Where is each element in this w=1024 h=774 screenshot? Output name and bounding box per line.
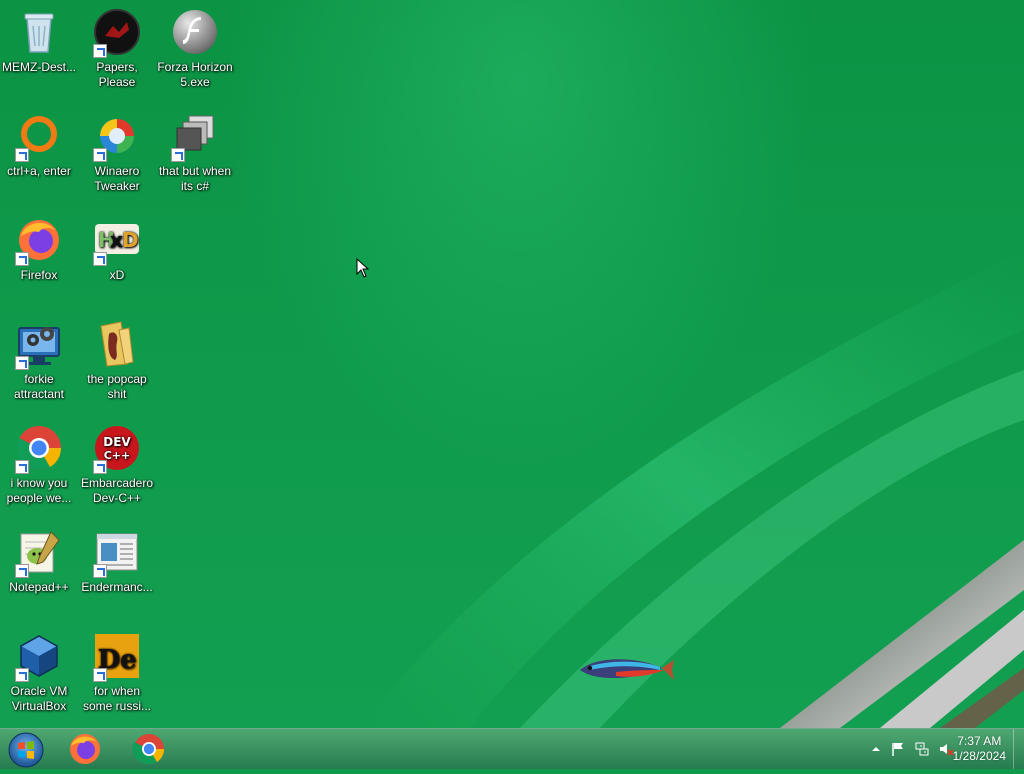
desktop-icon-memz[interactable]: MEMZ-Dest... bbox=[1, 2, 77, 75]
document-window-icon bbox=[93, 528, 141, 578]
desktop-icon-label: ctrl+a, enter bbox=[7, 164, 71, 178]
shortcut-arrow-icon bbox=[93, 460, 107, 474]
start-button[interactable] bbox=[6, 731, 46, 769]
desktop-icon-virtualbox[interactable]: Oracle VM VirtualBox bbox=[1, 626, 77, 714]
desktop-icon-notepadpp[interactable]: Notepad++ bbox=[1, 522, 77, 595]
shortcut-arrow-icon bbox=[171, 148, 185, 162]
shortcut-arrow-icon bbox=[93, 44, 107, 58]
folder-icon bbox=[93, 320, 141, 368]
shortcut-arrow-icon bbox=[15, 564, 29, 578]
hxd-icon: HxD bbox=[93, 216, 141, 266]
desktop-icon-devcpp[interactable]: DEV C++ Embarcadero Dev-C++ bbox=[79, 418, 155, 506]
network-icon[interactable] bbox=[914, 741, 930, 757]
neon-tetra-fish bbox=[576, 648, 676, 690]
desktop-icon-label: Winaero Tweaker bbox=[94, 164, 140, 193]
svg-text:D: D bbox=[122, 228, 139, 252]
desktop-icon-winaero[interactable]: Winaero Tweaker bbox=[79, 106, 155, 194]
shortcut-arrow-icon bbox=[93, 252, 107, 266]
de-icon: De bbox=[93, 632, 141, 682]
desktop-icon-label: Notepad++ bbox=[9, 580, 69, 594]
desktop-icon-papers-please[interactable]: Papers, Please bbox=[79, 2, 155, 90]
shortcut-arrow-icon bbox=[15, 148, 29, 162]
papers-please-icon bbox=[93, 8, 141, 58]
recycle-bin-icon bbox=[15, 8, 63, 56]
shortcut-arrow-icon bbox=[93, 564, 107, 578]
desktop-icon-label: i know you people we... bbox=[6, 476, 72, 505]
show-desktop-button[interactable] bbox=[1013, 729, 1024, 769]
desktop-icon-i-know[interactable]: i know you people we... bbox=[1, 418, 77, 506]
chrome-icon bbox=[132, 734, 165, 765]
desktop-icon-popcap[interactable]: the popcap shit bbox=[79, 314, 155, 402]
desktop-icon-csharp[interactable]: that but when its c# bbox=[157, 106, 233, 194]
shortcut-arrow-icon bbox=[15, 356, 29, 370]
taskbar-clock[interactable]: 7:37 AM 1/28/2024 bbox=[953, 734, 1006, 764]
desktop-icon-label: Firefox bbox=[20, 268, 58, 282]
svg-text:DEV: DEV bbox=[103, 435, 131, 449]
shortcut-arrow-icon bbox=[15, 460, 29, 474]
desktop-icon-for-when[interactable]: De for when some russi... bbox=[79, 626, 155, 714]
desktop-icon-label: Embarcadero Dev-C++ bbox=[80, 476, 154, 505]
notepadpp-icon bbox=[15, 528, 63, 578]
devcpp-icon: DEV C++ bbox=[93, 424, 141, 474]
desktop-icon-forza[interactable]: Forza Horizon 5.exe bbox=[157, 2, 233, 90]
virtualbox-icon bbox=[15, 632, 63, 682]
desktop-icon-label: for when some russi... bbox=[82, 684, 151, 713]
desktop-icon-ctrl-a[interactable]: ctrl+a, enter bbox=[1, 106, 77, 179]
flash-icon bbox=[171, 8, 219, 56]
desktop-icon-label: Forza Horizon 5.exe bbox=[157, 60, 233, 89]
shortcut-arrow-icon bbox=[15, 252, 29, 266]
desktop-icon-label: the popcap shit bbox=[87, 372, 147, 401]
firefox-icon bbox=[70, 734, 100, 764]
orange-ring-icon bbox=[15, 112, 63, 162]
desktop-icon-firefox[interactable]: Firefox bbox=[1, 210, 77, 283]
firefox-icon bbox=[15, 216, 63, 266]
taskbar-pinned-chrome[interactable] bbox=[127, 731, 171, 767]
taskbar: 7:37 AM 1/28/2024 bbox=[0, 728, 1024, 769]
windows-orb-icon bbox=[8, 732, 44, 768]
stacked-windows-icon bbox=[171, 112, 219, 162]
desktop-icon-label: Oracle VM VirtualBox bbox=[10, 684, 68, 713]
clock-date: 1/28/2024 bbox=[952, 749, 1006, 763]
svg-text:C++: C++ bbox=[104, 449, 131, 462]
monitor-gear-icon bbox=[15, 320, 63, 370]
shortcut-arrow-icon bbox=[93, 148, 107, 162]
desktop-icon-label: MEMZ-Dest... bbox=[2, 60, 76, 74]
show-hidden-icons-icon[interactable] bbox=[868, 741, 884, 757]
volume-muted-icon[interactable] bbox=[938, 741, 954, 757]
desktop-icon-forkie[interactable]: forkie attractant bbox=[1, 314, 77, 402]
system-tray: 7:37 AM 1/28/2024 bbox=[844, 729, 1024, 769]
desktop-icon-xd[interactable]: HxD xD bbox=[79, 210, 155, 283]
taskbar-pinned-firefox[interactable] bbox=[63, 731, 107, 767]
clock-time: 7:37 AM bbox=[957, 734, 1002, 748]
mouse-cursor-icon bbox=[356, 257, 370, 278]
desktop-icon-enderman[interactable]: Endermanc... bbox=[79, 522, 155, 595]
desktop-icon-label: Endermanc... bbox=[81, 580, 153, 594]
action-center-flag-icon[interactable] bbox=[890, 741, 906, 757]
desktop-icon-label: forkie attractant bbox=[13, 372, 65, 401]
desktop-icon-label: xD bbox=[109, 268, 125, 282]
shortcut-arrow-icon bbox=[15, 668, 29, 682]
desktop-icon-label: Papers, Please bbox=[96, 60, 138, 89]
desktop-icon-label: that but when its c# bbox=[158, 164, 232, 193]
chrome-icon bbox=[15, 424, 63, 474]
shortcut-arrow-icon bbox=[93, 668, 107, 682]
winaero-icon bbox=[93, 112, 141, 162]
